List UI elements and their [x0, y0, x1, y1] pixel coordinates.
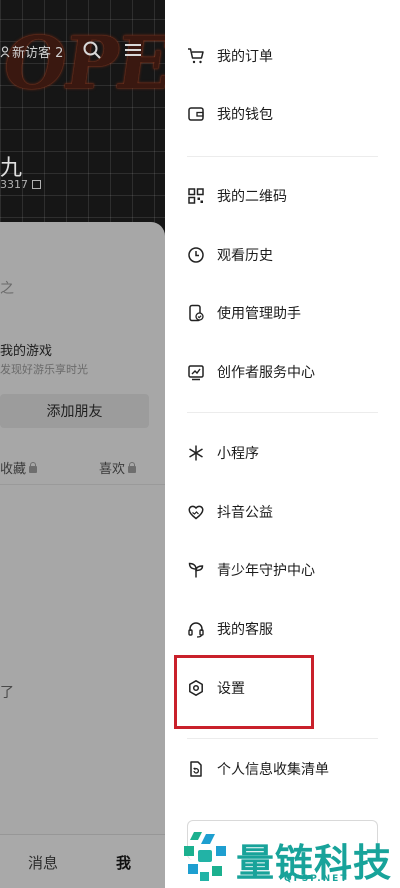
my-games-title[interactable]: 我的游戏 — [0, 340, 52, 359]
drawer-item-label: 抖音公益 — [217, 505, 273, 521]
tab-favorites-label: 收藏 — [0, 462, 27, 477]
doc-refresh-icon — [187, 760, 205, 778]
drawer-item-label: 青少年守护中心 — [217, 563, 315, 579]
user-icon — [0, 46, 10, 58]
clock-icon — [187, 246, 205, 264]
nav-messages[interactable]: 消息 — [28, 852, 58, 873]
drawer-item-label: 我的二维码 — [217, 189, 287, 205]
profile-bio: 之 — [0, 281, 14, 297]
bottom-nav — [0, 834, 165, 888]
settings-highlight-box — [174, 655, 314, 729]
drawer-item-qrcode[interactable]: 我的二维码 — [187, 184, 287, 208]
profile-cover: OPEN — [0, 0, 165, 240]
heart-icon — [187, 503, 205, 521]
drawer-item-mini-programs[interactable]: 小程序 — [187, 441, 259, 465]
tabs-divider — [0, 484, 165, 485]
my-games-subtitle: 发现好游乐享时光 — [0, 363, 88, 376]
drawer-item-charity[interactable]: 抖音公益 — [187, 500, 273, 524]
drawer-item-label: 个人信息收集清单 — [217, 762, 329, 778]
drawer-item-wallet[interactable]: 我的钱包 — [187, 102, 273, 126]
drawer-item-orders[interactable]: 我的订单 — [187, 44, 273, 68]
drawer-item-personal-info-list[interactable]: 个人信息收集清单 — [187, 757, 329, 781]
add-friend-button[interactable]: 添加朋友 — [0, 394, 149, 428]
new-visitors-badge[interactable]: 新访客 2 — [0, 42, 63, 61]
user-id-value: 3317 — [0, 178, 28, 191]
drawer-item-usage-manager[interactable]: 使用管理助手 — [187, 301, 301, 325]
empty-state-text: 了 — [0, 685, 14, 701]
nav-me[interactable]: 我 — [116, 852, 131, 873]
drawer-divider — [187, 156, 378, 157]
qrcode-icon — [187, 187, 205, 205]
drawer-item-creator-center[interactable]: 创作者服务中心 — [187, 360, 315, 384]
sprout-icon — [187, 561, 205, 579]
wallet-icon — [187, 105, 205, 123]
drawer-item-label: 我的客服 — [217, 622, 273, 638]
lock-icon — [29, 462, 38, 473]
qrcode-small-icon[interactable] — [32, 180, 41, 189]
asterisk-icon — [187, 444, 205, 462]
watermark: 量链科技 QFSP.NET — [180, 828, 400, 888]
drawer-item-label: 使用管理助手 — [217, 306, 301, 322]
chart-icon — [187, 363, 205, 381]
menu-icon[interactable] — [124, 42, 142, 58]
tab-favorites[interactable]: 收藏 — [0, 458, 38, 477]
drawer-item-label: 小程序 — [217, 446, 259, 462]
drawer-item-customer-service[interactable]: 我的客服 — [187, 617, 273, 641]
phone-check-icon — [187, 304, 205, 322]
drawer-item-label: 创作者服务中心 — [217, 365, 315, 381]
watermark-subtext: QFSP.NET — [284, 874, 349, 884]
watermark-logo-icon — [184, 832, 226, 881]
neon-sign-text: OPEN — [0, 20, 165, 105]
drawer-item-history[interactable]: 观看历史 — [187, 243, 273, 267]
tab-likes[interactable]: 喜欢 — [99, 458, 137, 477]
new-visitors-label: 新访客 2 — [12, 46, 64, 61]
drawer-divider — [187, 412, 378, 413]
drawer-item-label: 我的钱包 — [217, 107, 273, 123]
search-icon[interactable] — [82, 40, 102, 60]
drawer-divider — [187, 738, 378, 739]
tab-likes-label: 喜欢 — [99, 462, 126, 477]
profile-page-dimmed[interactable]: OPEN 新访客 2 九 3317 之 我的游戏 发现好游乐享时光 添加朋友 收… — [0, 0, 165, 888]
drawer-item-youth-protection[interactable]: 青少年守护中心 — [187, 558, 315, 582]
drawer-item-label: 我的订单 — [217, 49, 273, 65]
headset-icon — [187, 620, 205, 638]
drawer-item-label: 观看历史 — [217, 248, 273, 264]
profile-card — [0, 222, 165, 862]
profile-user-id: 3317 — [0, 178, 41, 191]
cart-icon — [187, 47, 205, 65]
lock-icon — [128, 462, 137, 473]
